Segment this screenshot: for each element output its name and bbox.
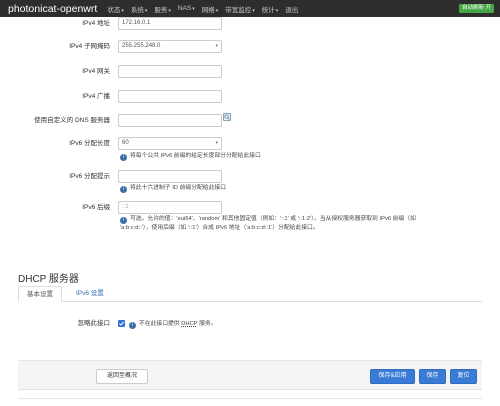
broadcast-label: IPv4 广播 [82, 93, 110, 100]
add-dns-icon[interactable] [223, 113, 231, 121]
chevron-down-icon: ▾ [144, 7, 148, 14]
chevron-down-icon: ▾ [168, 7, 171, 14]
ip6ifaceid-hint-line2: 'a:b:c:d::'），使用后缀（如 '::1'）合成 IPv6 地址（'a:… [120, 225, 319, 231]
chevron-down-icon: ▾ [215, 140, 218, 146]
ip6ifaceid-input[interactable]: ::1 [118, 201, 222, 214]
ip6ifaceid-hint: i 可选。允许的值：'eui64'、'random' 和其他固定值（例如：'::1… [120, 215, 416, 224]
main-menu: 状态▾ 系统▾ 服务▾ NAS▾ 网络▾ 带宽监控▾ 统计▾ 退出 [107, 4, 305, 14]
broadcast-input[interactable] [118, 90, 222, 103]
dns-label: 使用自定义的 DNS 服务器 [34, 117, 110, 124]
gateway-input[interactable] [118, 65, 222, 78]
chevron-down-icon: ▾ [215, 43, 218, 49]
menu-label: 网络 [201, 6, 215, 14]
menu-statistics[interactable]: 统计▾ [262, 4, 279, 14]
chevron-down-icon: ▾ [192, 6, 195, 12]
ipv4-address-input[interactable]: 172.16.0.1 [118, 17, 222, 30]
menu-system[interactable]: 系统▾ [131, 4, 148, 14]
tab-ipv6[interactable]: IPv6 设置 [68, 286, 112, 302]
menu-logout[interactable]: 退出 [285, 4, 298, 14]
reset-button[interactable]: 复位 [450, 369, 477, 384]
dhcp-tabs: 基本设置 IPv6 设置 [18, 286, 482, 302]
menu-label: 系统 [130, 6, 144, 14]
ip6assign-label: IPv6 分配长度 [69, 140, 110, 147]
info-icon: i [120, 154, 127, 161]
ignore-hint-suffix: 服务。 [197, 321, 217, 327]
chevron-down-icon: ▾ [121, 7, 124, 14]
menu-nas[interactable]: NAS▾ [178, 5, 195, 12]
ip6hint-label: IPv6 分配提示 [69, 173, 110, 180]
form-actions: 返回至概况 保存&应用 保存 复位 [18, 360, 482, 390]
menu-label: 统计 [261, 6, 275, 14]
info-icon: i [120, 217, 127, 224]
ignore-label: 忽略此接口 [77, 320, 111, 327]
auto-refresh-badge[interactable]: 自动刷新 开 [458, 4, 494, 13]
divider [18, 398, 482, 399]
brand-logo[interactable]: photonicat-openwrt [8, 3, 97, 15]
menu-label: 状态 [107, 6, 121, 14]
info-icon: i [120, 186, 127, 193]
gateway-label: IPv4 网关 [82, 68, 110, 75]
back-to-overview-button[interactable]: 返回至概况 [96, 369, 148, 384]
netmask-select[interactable]: 255.255.248.0 ▾ [118, 40, 222, 53]
dhcp-abbr: DHCP [181, 321, 198, 327]
dhcp-section-title: DHCP 服务器 [18, 274, 79, 285]
menu-label: 带宽监控 [225, 6, 252, 14]
ignore-hint: i 不在此接口提供 DHCP 服务。 [129, 320, 217, 329]
ip6assign-hint-text: 将每个公共 IPv6 前缀的给定长度部分分配给此接口 [130, 153, 261, 159]
info-icon: i [129, 322, 136, 329]
ip6hint-input[interactable] [118, 170, 222, 183]
dns-input[interactable] [118, 114, 222, 127]
menu-services[interactable]: 服务▾ [154, 4, 171, 14]
netmask-label: IPv4 子网掩码 [69, 43, 110, 50]
ip6assign-select[interactable]: 60 ▾ [118, 137, 222, 150]
menu-bandwidth[interactable]: 带宽监控▾ [225, 4, 255, 14]
ip6ifaceid-label: IPv6 后缀 [82, 204, 110, 211]
ipv4-address-label: IPv4 地址 [82, 20, 110, 27]
menu-status[interactable]: 状态▾ [107, 4, 124, 14]
netmask-value: 255.255.248.0 [122, 43, 161, 49]
chevron-down-icon: ▾ [275, 7, 279, 14]
ip6assign-hint: i 将每个公共 IPv6 前缀的给定长度部分分配给此接口 [120, 152, 261, 161]
save-apply-button[interactable]: 保存&应用 [370, 369, 415, 384]
chevron-down-icon: ▾ [252, 7, 255, 14]
menu-label: NAS [177, 5, 192, 12]
menu-label: 退出 [285, 6, 299, 14]
menu-network[interactable]: 网络▾ [202, 4, 219, 14]
menu-label: 服务 [154, 6, 168, 14]
ip6hint-hint: i 将此十六进制子 ID 前缀分配给此接口 [120, 184, 226, 193]
top-navbar: photonicat-openwrt 状态▾ 系统▾ 服务▾ NAS▾ 网络▾ … [0, 0, 500, 17]
save-button[interactable]: 保存 [419, 369, 446, 384]
chevron-down-icon: ▾ [215, 7, 219, 14]
ip6assign-value: 60 [122, 140, 129, 146]
ip6ifaceid-hint-text: 可选。允许的值：'eui64'、'random' 和其他固定值（例如：'::1'… [130, 216, 416, 222]
ignore-hint-text: 不在此接口提供 [139, 321, 182, 327]
ignore-checkbox[interactable] [118, 320, 125, 327]
tab-general[interactable]: 基本设置 [18, 286, 62, 302]
ip6hint-hint-text: 将此十六进制子 ID 前缀分配给此接口 [130, 185, 226, 191]
